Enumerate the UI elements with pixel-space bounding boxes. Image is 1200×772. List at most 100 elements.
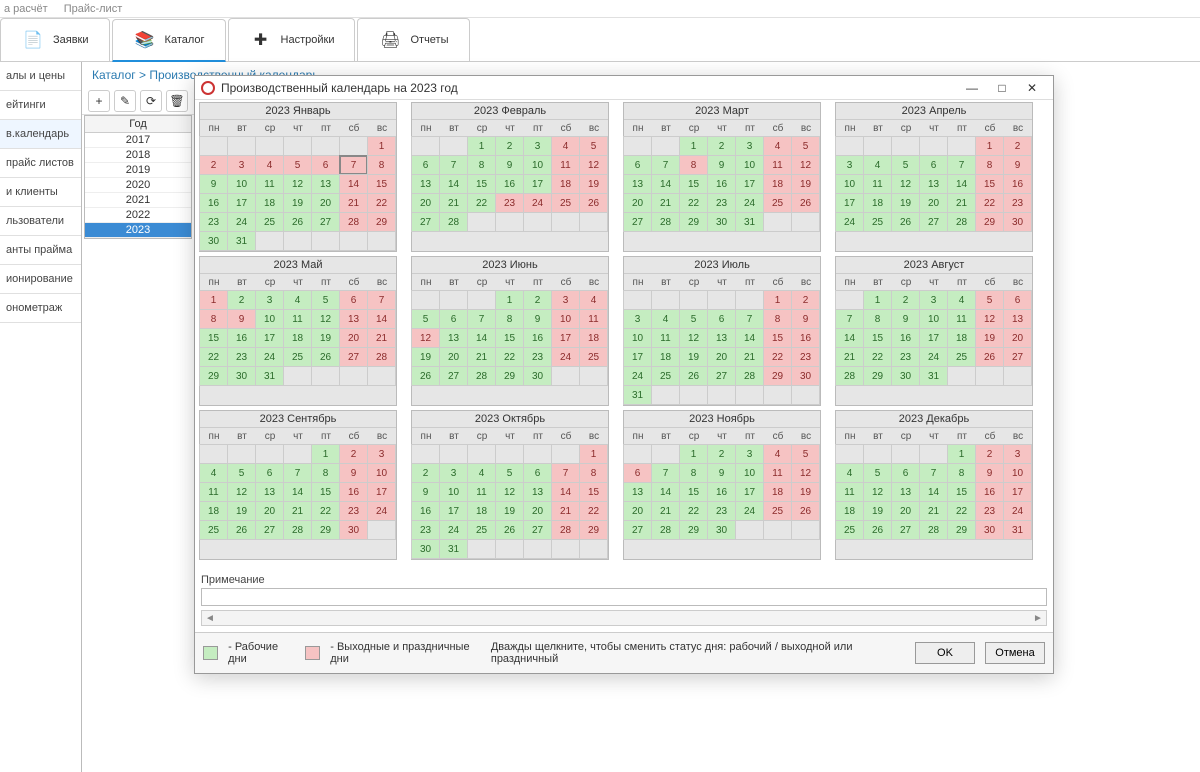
day-cell[interactable]: 20 [311,193,340,213]
day-cell[interactable]: 16 [227,328,256,348]
day-cell[interactable]: 14 [919,482,948,502]
day-cell[interactable]: 30 [975,520,1004,540]
day-cell[interactable]: 9 [707,463,736,483]
day-cell[interactable]: 9 [495,155,524,175]
day-cell[interactable]: 21 [947,193,976,213]
main-tab[interactable]: 🖨Отчеты [357,18,469,61]
main-tab[interactable]: 📚Каталог [112,19,226,62]
day-cell[interactable]: 15 [467,174,496,194]
day-cell[interactable]: 22 [763,347,792,367]
day-cell[interactable]: 28 [367,347,396,367]
day-cell[interactable]: 20 [1003,328,1032,348]
day-cell[interactable]: 30 [199,231,228,251]
day-cell[interactable]: 19 [227,501,256,521]
day-cell[interactable]: 17 [523,174,552,194]
day-cell[interactable]: 29 [863,366,892,386]
day-cell[interactable]: 22 [467,193,496,213]
day-cell[interactable]: 24 [523,193,552,213]
day-cell[interactable]: 18 [863,193,892,213]
day-cell[interactable]: 16 [523,328,552,348]
menu-item[interactable]: Прайс-лист [64,3,123,15]
day-cell[interactable]: 4 [763,136,792,156]
day-cell[interactable]: 17 [735,482,764,502]
day-cell[interactable]: 2 [495,136,524,156]
day-cell[interactable]: 11 [651,328,680,348]
day-cell[interactable]: 22 [311,501,340,521]
day-cell[interactable]: 5 [891,155,920,175]
day-cell[interactable]: 31 [919,366,948,386]
day-cell[interactable]: 8 [863,309,892,329]
day-cell[interactable]: 10 [919,309,948,329]
day-cell[interactable]: 17 [623,347,652,367]
day-cell[interactable]: 14 [283,482,312,502]
refresh-button[interactable]: ⟳ [140,90,162,112]
day-cell[interactable]: 31 [255,366,284,386]
day-cell[interactable]: 5 [283,155,312,175]
day-cell[interactable]: 8 [199,309,228,329]
day-cell[interactable]: 3 [523,136,552,156]
day-cell[interactable]: 14 [651,482,680,502]
day-cell[interactable]: 10 [439,482,468,502]
day-cell[interactable]: 4 [255,155,284,175]
day-cell[interactable]: 15 [679,482,708,502]
day-cell[interactable]: 11 [283,309,312,329]
ok-button[interactable]: OK [915,642,975,664]
day-cell[interactable]: 21 [735,347,764,367]
day-cell[interactable]: 25 [551,193,580,213]
day-cell[interactable]: 4 [579,290,608,310]
sidebar-item[interactable]: алы и цены [0,62,81,91]
day-cell[interactable]: 10 [735,155,764,175]
day-cell[interactable]: 2 [975,444,1004,464]
day-cell[interactable]: 5 [227,463,256,483]
day-cell[interactable]: 3 [255,290,284,310]
day-cell[interactable]: 18 [763,482,792,502]
day-cell[interactable]: 19 [975,328,1004,348]
day-cell[interactable]: 28 [439,212,468,232]
day-cell[interactable]: 16 [495,174,524,194]
day-cell[interactable]: 25 [835,520,864,540]
day-cell[interactable]: 23 [411,520,440,540]
day-cell[interactable]: 15 [495,328,524,348]
day-cell[interactable]: 17 [439,501,468,521]
day-cell[interactable]: 30 [707,212,736,232]
day-cell[interactable]: 24 [551,347,580,367]
day-cell[interactable]: 1 [679,136,708,156]
main-tab[interactable]: 📄Заявки [0,18,110,61]
day-cell[interactable]: 16 [1003,174,1032,194]
day-cell[interactable]: 10 [367,463,396,483]
day-cell[interactable]: 28 [651,212,680,232]
day-cell[interactable]: 27 [891,520,920,540]
year-item[interactable]: 2023 [85,223,191,238]
day-cell[interactable]: 5 [495,463,524,483]
day-cell[interactable]: 23 [199,212,228,232]
day-cell[interactable]: 15 [367,174,396,194]
sidebar-item[interactable]: онометраж [0,294,81,323]
delete-button[interactable]: 🗑 [166,90,188,112]
day-cell[interactable]: 23 [227,347,256,367]
day-cell[interactable]: 6 [623,155,652,175]
day-cell[interactable]: 16 [707,482,736,502]
day-cell[interactable]: 4 [947,290,976,310]
day-cell[interactable]: 10 [255,309,284,329]
day-cell[interactable]: 12 [579,155,608,175]
year-item[interactable]: 2017 [85,133,191,148]
day-cell[interactable]: 26 [283,212,312,232]
day-cell[interactable]: 21 [651,501,680,521]
day-cell[interactable]: 9 [339,463,368,483]
day-cell[interactable]: 17 [735,174,764,194]
day-cell[interactable]: 15 [311,482,340,502]
day-cell[interactable]: 14 [367,309,396,329]
day-cell[interactable]: 13 [439,328,468,348]
day-cell[interactable]: 18 [467,501,496,521]
day-cell[interactable]: 14 [651,174,680,194]
day-cell[interactable]: 11 [551,155,580,175]
day-cell[interactable]: 13 [623,482,652,502]
day-cell[interactable]: 2 [227,290,256,310]
day-cell[interactable]: 7 [835,309,864,329]
day-cell[interactable]: 20 [523,501,552,521]
day-cell[interactable]: 21 [283,501,312,521]
day-cell[interactable]: 6 [411,155,440,175]
day-cell[interactable]: 1 [199,290,228,310]
day-cell[interactable]: 22 [947,501,976,521]
day-cell[interactable]: 7 [467,309,496,329]
